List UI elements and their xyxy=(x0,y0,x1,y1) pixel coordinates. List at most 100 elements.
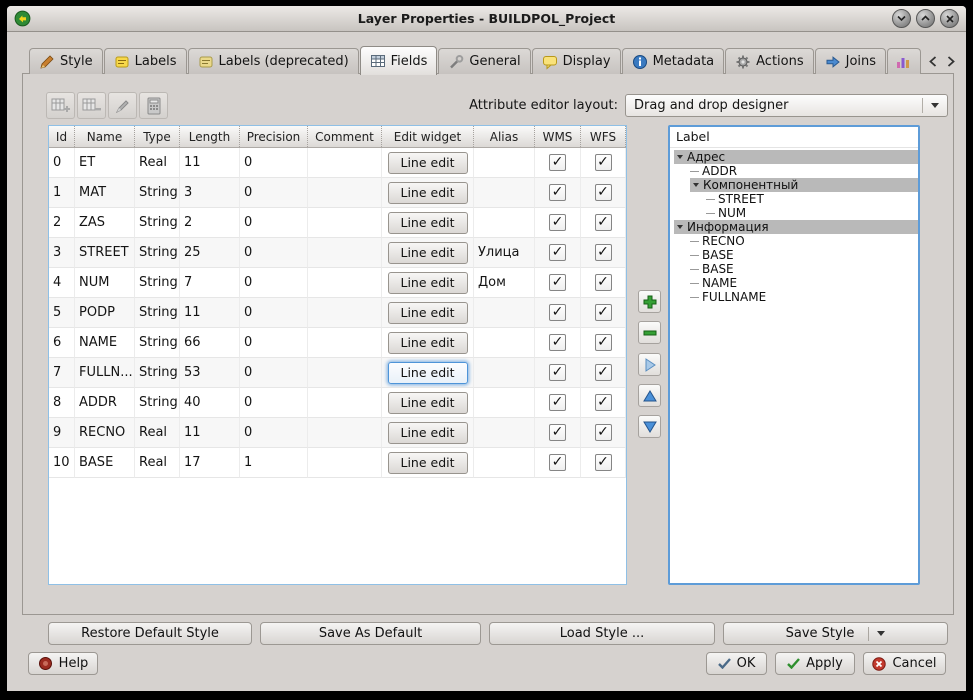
maximize-button[interactable] xyxy=(916,9,935,28)
save-style-dropdown-icon[interactable] xyxy=(868,627,885,641)
table-row[interactable]: 9 RECNO Real 11 0 Line edit xyxy=(49,418,626,448)
col-header-edit-widget[interactable]: Edit widget xyxy=(382,126,474,147)
col-header-comment[interactable]: Comment xyxy=(308,126,382,147)
load-style-button[interactable]: Load Style ... xyxy=(489,622,715,645)
move-up-button[interactable] xyxy=(638,384,661,407)
col-header-length[interactable]: Length xyxy=(180,126,240,147)
table-row[interactable]: 3 STREET String 25 0 Line edit Улица xyxy=(49,238,626,268)
collapse-caret-icon[interactable] xyxy=(677,155,683,159)
wfs-checkbox[interactable] xyxy=(595,394,612,411)
wms-checkbox[interactable] xyxy=(549,154,566,171)
wfs-checkbox[interactable] xyxy=(595,304,612,321)
edit-widget-button[interactable]: Line edit xyxy=(388,452,468,474)
ok-button[interactable]: OK xyxy=(706,652,767,675)
restore-default-style-button[interactable]: Restore Default Style xyxy=(48,622,252,645)
col-header-name[interactable]: Name xyxy=(75,126,135,147)
wms-checkbox[interactable] xyxy=(549,214,566,231)
tab-joins[interactable]: Joins xyxy=(815,48,886,74)
wfs-checkbox[interactable] xyxy=(595,214,612,231)
tab-scroll-right-icon[interactable] xyxy=(943,52,958,72)
toggle-editing-button[interactable] xyxy=(108,92,137,119)
tab-labels[interactable]: Labels xyxy=(104,48,187,74)
tree-item[interactable]: ADDR xyxy=(690,164,918,178)
field-calculator-button[interactable] xyxy=(139,92,168,119)
tab-actions[interactable]: Actions xyxy=(725,48,814,74)
table-row[interactable]: 1 MAT String 3 0 Line edit xyxy=(49,178,626,208)
tree-item[interactable]: Информация xyxy=(674,220,918,234)
save-as-default-button[interactable]: Save As Default xyxy=(260,622,481,645)
table-row[interactable]: 0 ET Real 11 0 Line edit xyxy=(49,148,626,178)
new-field-button[interactable] xyxy=(46,92,75,119)
tab-labels-deprecated[interactable]: Labels (deprecated) xyxy=(188,48,359,74)
wfs-checkbox[interactable] xyxy=(595,154,612,171)
edit-widget-button[interactable]: Line edit xyxy=(388,362,468,384)
tree-item[interactable]: Адрес xyxy=(674,150,918,164)
edit-widget-button[interactable]: Line edit xyxy=(388,392,468,414)
wms-checkbox[interactable] xyxy=(549,424,566,441)
table-row[interactable]: 8 ADDR String 40 0 Line edit xyxy=(49,388,626,418)
tab-style[interactable]: Style xyxy=(29,48,103,74)
tree-item[interactable]: RECNO xyxy=(690,234,918,248)
delete-field-button[interactable] xyxy=(77,92,106,119)
wms-checkbox[interactable] xyxy=(549,184,566,201)
help-button[interactable]: Help xyxy=(28,652,98,675)
tab-scroll-left-icon[interactable] xyxy=(925,52,940,72)
wfs-checkbox[interactable] xyxy=(595,274,612,291)
col-header-wms[interactable]: WMS xyxy=(535,126,581,147)
table-row[interactable]: 6 NAME String 66 0 Line edit xyxy=(49,328,626,358)
close-button[interactable] xyxy=(940,9,959,28)
tree-item[interactable]: NAME xyxy=(690,276,918,290)
collapse-caret-icon[interactable] xyxy=(693,183,699,187)
tree-item[interactable]: Компонентный xyxy=(690,178,918,192)
wfs-checkbox[interactable] xyxy=(595,454,612,471)
edit-widget-button[interactable]: Line edit xyxy=(388,302,468,324)
tab-display[interactable]: Display xyxy=(532,48,621,74)
wfs-checkbox[interactable] xyxy=(595,364,612,381)
edit-widget-button[interactable]: Line edit xyxy=(388,182,468,204)
wfs-checkbox[interactable] xyxy=(595,244,612,261)
edit-widget-button[interactable]: Line edit xyxy=(388,332,468,354)
table-row[interactable]: 10 BASE Real 17 1 Line edit xyxy=(49,448,626,478)
tab-metadata[interactable]: Metadata xyxy=(622,48,725,74)
wms-checkbox[interactable] xyxy=(549,304,566,321)
move-right-button[interactable] xyxy=(638,353,661,376)
edit-widget-button[interactable]: Line edit xyxy=(388,212,468,234)
wfs-checkbox[interactable] xyxy=(595,424,612,441)
wfs-checkbox[interactable] xyxy=(595,334,612,351)
titlebar[interactable]: Layer Properties - BUILDPOL_Project xyxy=(7,6,966,32)
save-style-button[interactable]: Save Style xyxy=(723,622,948,645)
wms-checkbox[interactable] xyxy=(549,244,566,261)
col-header-wfs[interactable]: WFS xyxy=(581,126,626,147)
edit-widget-button[interactable]: Line edit xyxy=(388,422,468,444)
col-header-precision[interactable]: Precision xyxy=(240,126,308,147)
tree-item[interactable]: FULLNAME xyxy=(690,290,918,304)
remove-item-button[interactable] xyxy=(638,321,661,344)
table-row[interactable]: 7 FULLN... String 53 0 Line edit xyxy=(49,358,626,388)
edit-widget-button[interactable]: Line edit xyxy=(388,152,468,174)
tab-general[interactable]: General xyxy=(438,48,530,74)
wms-checkbox[interactable] xyxy=(549,394,566,411)
table-row[interactable]: 2 ZAS String 2 0 Line edit xyxy=(49,208,626,238)
tree-item[interactable]: BASE xyxy=(690,248,918,262)
tab-fields[interactable]: Fields xyxy=(360,46,438,75)
apply-button[interactable]: Apply xyxy=(775,652,855,675)
tree-item[interactable]: STREET xyxy=(706,192,918,206)
wms-checkbox[interactable] xyxy=(549,274,566,291)
add-container-button[interactable] xyxy=(638,290,661,313)
tree-column-header[interactable]: Label xyxy=(670,127,918,148)
tree-item[interactable]: BASE xyxy=(690,262,918,276)
wms-checkbox[interactable] xyxy=(549,454,566,471)
table-row[interactable]: 4 NUM String 7 0 Line edit Дом xyxy=(49,268,626,298)
wms-checkbox[interactable] xyxy=(549,334,566,351)
cancel-button[interactable]: Cancel xyxy=(863,652,946,675)
col-header-alias[interactable]: Alias xyxy=(474,126,535,147)
edit-widget-button[interactable]: Line edit xyxy=(388,242,468,264)
wms-checkbox[interactable] xyxy=(549,364,566,381)
attribute-editor-layout-select[interactable]: Drag and drop designer xyxy=(625,94,948,117)
col-header-type[interactable]: Type xyxy=(135,126,180,147)
collapse-caret-icon[interactable] xyxy=(677,225,683,229)
table-row[interactable]: 5 PODP String 11 0 Line edit xyxy=(49,298,626,328)
edit-widget-button[interactable]: Line edit xyxy=(388,272,468,294)
wfs-checkbox[interactable] xyxy=(595,184,612,201)
minimize-button[interactable] xyxy=(892,9,911,28)
